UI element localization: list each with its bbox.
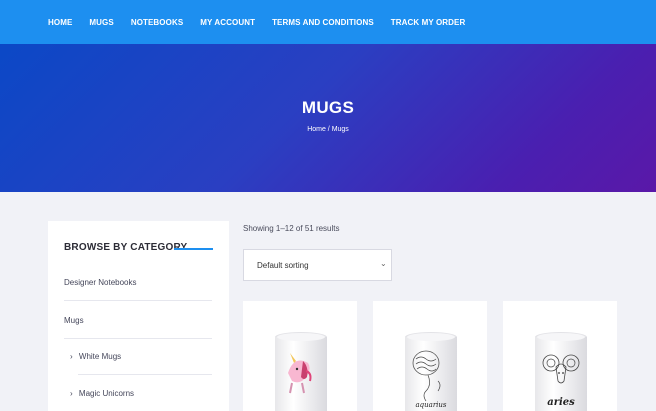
nav-mugs-link[interactable]: MUGS	[89, 18, 113, 27]
nav-track-order-link[interactable]: TRACK MY ORDER	[391, 18, 466, 27]
sidebar-item-magic-unicorns[interactable]: › Magic Unicorns	[70, 389, 134, 398]
sidebar-item-mugs[interactable]: Mugs	[64, 316, 84, 325]
breadcrumb: Home / Mugs	[307, 126, 349, 133]
chevron-right-icon: ›	[70, 389, 73, 398]
page-title: MUGS	[301, 98, 355, 117]
nav-home-link[interactable]: HOME	[48, 18, 72, 27]
nav-my-account-link[interactable]: MY ACCOUNT	[200, 18, 255, 27]
product-card[interactable]	[243, 301, 357, 411]
sidebar-item-label: Magic Unicorns	[78, 389, 135, 398]
chevron-right-icon: ›	[70, 352, 73, 361]
nav-terms-link[interactable]: TERMS AND CONDITIONS	[272, 18, 374, 27]
divider	[64, 300, 212, 301]
aries-mug-icon: aries	[535, 332, 587, 411]
top-navigation: HOME MUGS NOTEBOOKS MY ACCOUNT TERMS AND…	[0, 0, 656, 44]
unicorn-mug-icon	[275, 332, 327, 411]
product-card[interactable]: aries	[503, 301, 617, 411]
sidebar-title: BROWSE BY CATEGORY	[64, 242, 188, 253]
page-hero-banner: MUGS Home / Mugs	[0, 44, 656, 192]
svg-text:aries: aries	[547, 397, 575, 408]
aquarius-mug-icon: aquarius	[405, 332, 457, 411]
result-count: Showing 1–12 of 51 results	[243, 224, 340, 233]
sidebar-title-underline	[174, 248, 213, 250]
product-card[interactable]: aquarius	[373, 301, 487, 411]
sort-select[interactable]: Default sorting ⌄	[243, 249, 392, 281]
sidebar-item-white-mugs[interactable]: › White Mugs	[70, 352, 121, 361]
chevron-down-icon: ⌄	[380, 259, 387, 268]
sort-selected-value: Default sorting	[257, 261, 309, 270]
nav-notebooks-link[interactable]: NOTEBOOKS	[131, 18, 183, 27]
sidebar-item-designer-notebooks[interactable]: Designer Notebooks	[64, 278, 136, 287]
sidebar-item-label: White Mugs	[78, 352, 122, 361]
divider	[78, 374, 212, 375]
divider	[64, 338, 212, 339]
category-sidebar: BROWSE BY CATEGORY Designer Notebooks Mu…	[48, 221, 229, 411]
svg-text:aquarius: aquarius	[415, 401, 446, 409]
